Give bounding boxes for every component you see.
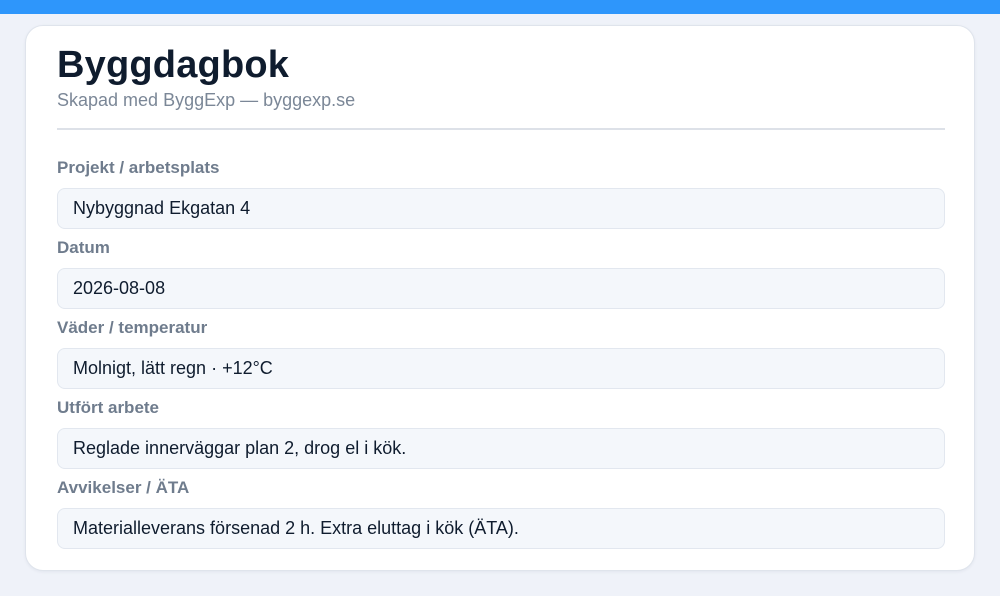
header-divider bbox=[57, 128, 945, 130]
deviations-value: Materialleverans försenad 2 h. Extra elu… bbox=[57, 508, 945, 549]
date-value: 2026-08-08 bbox=[57, 268, 945, 309]
work-done-value: Reglade innerväggar plan 2, drog el i kö… bbox=[57, 428, 945, 469]
project-value: Nybyggnad Ekgatan 4 bbox=[57, 188, 945, 229]
work-done-label: Utfört arbete bbox=[57, 398, 160, 417]
weather-value: Molnigt, lätt regn · +12°C bbox=[57, 348, 945, 389]
field-weather: Väder / temperatur Molnigt, lätt regn · … bbox=[57, 316, 945, 396]
field-deviations: Avvikelser / ÄTA Materialleverans försen… bbox=[57, 476, 945, 556]
project-label: Projekt / arbetsplats bbox=[57, 158, 220, 177]
form-fields: Projekt / arbetsplats Nybyggnad Ekgatan … bbox=[57, 156, 945, 556]
deviations-label: Avvikelser / ÄTA bbox=[57, 478, 190, 497]
field-project: Projekt / arbetsplats Nybyggnad Ekgatan … bbox=[57, 156, 945, 236]
weather-label: Väder / temperatur bbox=[57, 318, 208, 337]
top-accent-bar bbox=[0, 0, 1000, 14]
page-subtitle: Skapad med ByggExp — byggexp.se bbox=[57, 90, 356, 110]
diary-card: Byggdagbok Skapad med ByggExp — byggexp.… bbox=[25, 25, 975, 571]
field-work-done: Utfört arbete Reglade innerväggar plan 2… bbox=[57, 396, 945, 476]
page-title: Byggdagbok bbox=[57, 44, 290, 86]
date-label: Datum bbox=[57, 238, 110, 257]
field-date: Datum 2026-08-08 bbox=[57, 236, 945, 316]
